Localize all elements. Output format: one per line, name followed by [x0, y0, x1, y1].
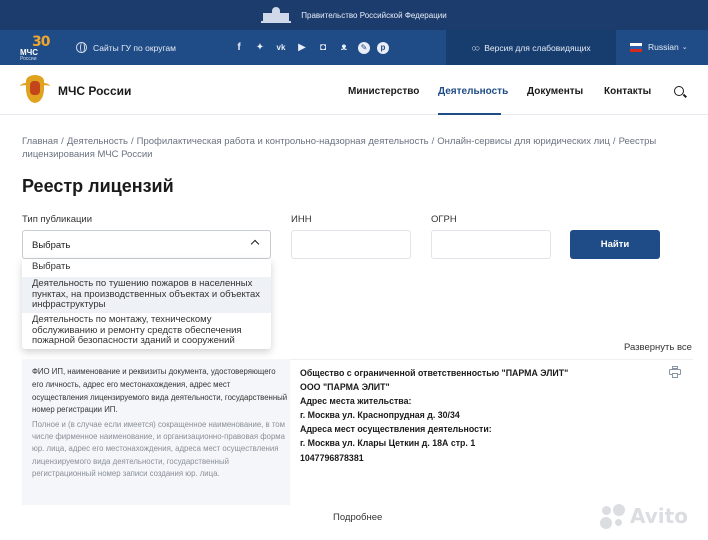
breadcrumb-online-services[interactable]: Онлайн-сервисы для юридических лиц	[437, 136, 610, 147]
youtube-icon[interactable]: ▶	[295, 41, 309, 55]
glasses-icon: ○○	[471, 42, 480, 53]
nav-item-documents[interactable]: Документы	[527, 86, 583, 97]
breadcrumb-home[interactable]: Главная	[22, 136, 58, 147]
publication-type-dropdown: Выбрать Деятельность по тушению пожаров …	[22, 259, 271, 349]
publication-type-select[interactable]: Выбрать	[22, 230, 271, 259]
nav-item-activity[interactable]: Деятельность	[438, 86, 508, 97]
logo-sub: России	[20, 56, 37, 62]
record-details: Общество с ограниченной ответственностью…	[290, 359, 693, 505]
expand-all-link[interactable]: Развернуть все	[624, 342, 692, 353]
more-details-link[interactable]: Подробнее	[333, 512, 382, 523]
social-links: f ✦ vk ▶ ◘ ᴥ ✎ p	[232, 41, 396, 55]
gov-strip-text[interactable]: Правительство Российской Федерации	[301, 11, 446, 20]
odnoklassniki-icon[interactable]: ᴥ	[337, 41, 351, 55]
record-ogrn: 1047796878381	[300, 453, 364, 463]
field-description-legal-entity: Полное и (в случае если имеется) сокраще…	[32, 420, 286, 478]
brand-title[interactable]: МЧС России	[58, 84, 131, 98]
record-short-name: ООО "ПАРМА ЭЛИТ"	[300, 382, 390, 392]
government-building-icon	[261, 7, 292, 23]
record-residence-heading: Адрес места жительства:	[300, 396, 412, 406]
dropdown-option[interactable]: Выбрать	[22, 261, 271, 273]
accessibility-label: Версия для слабовидящих	[484, 42, 591, 53]
inn-input[interactable]	[291, 230, 411, 259]
anniversary-logo[interactable]: 30 МЧС России	[20, 34, 64, 62]
avito-logo-icon	[600, 503, 626, 529]
publication-type-value: Выбрать	[32, 240, 71, 251]
nav-item-ministry[interactable]: Министерство	[348, 86, 419, 97]
globe-icon	[76, 42, 87, 53]
instagram-icon[interactable]: ◘	[316, 41, 330, 55]
record-activity-heading: Адреса мест осуществления деятельности:	[300, 424, 492, 434]
record-full-name: Общество с ограниченной ответственностью…	[300, 368, 569, 378]
language-switcher[interactable]: Russian ⌄	[630, 42, 688, 52]
active-nav-indicator	[438, 113, 501, 115]
inn-label: ИНН	[291, 214, 312, 225]
page-title: Реестр лицензий	[22, 176, 174, 196]
watermark-text: Avito	[630, 504, 688, 528]
dropdown-option[interactable]: Деятельность по монтажу, техническому об…	[22, 314, 271, 347]
search-icon[interactable]	[674, 86, 684, 96]
gov-strip: Правительство Российской Федерации	[0, 0, 708, 30]
livejournal-icon[interactable]: ✎	[358, 42, 370, 54]
regional-sites-label: Сайты ГУ по округам	[93, 42, 176, 53]
record-residence-address: г. Москва ул. Краснопрудная д. 30/34	[300, 410, 460, 420]
breadcrumb-activity[interactable]: Деятельность	[67, 136, 128, 147]
ogrn-input[interactable]	[431, 230, 551, 259]
printer-icon[interactable]	[669, 366, 681, 378]
mchs-emblem-icon[interactable]	[20, 72, 50, 108]
main-nav: МЧС России Министерство Деятельность Док…	[0, 65, 708, 115]
vk-icon[interactable]: vk	[274, 41, 288, 55]
russian-flag-icon	[630, 42, 642, 52]
record-activity-address: г. Москва ул. Клары Цеткин д. 18А стр. 1	[300, 438, 476, 448]
ogrn-label: ОГРН	[431, 214, 457, 225]
search-button[interactable]: Найти	[570, 230, 660, 259]
nav-item-contacts[interactable]: Контакты	[604, 86, 651, 97]
chevron-down-icon: ⌄	[681, 44, 688, 51]
field-description-ip: ФИО ИП, наименование и реквизиты докумен…	[32, 367, 288, 415]
publication-type-label: Тип публикации	[22, 214, 93, 225]
twitter-icon[interactable]: ✦	[253, 41, 267, 55]
regional-sites-link[interactable]: Сайты ГУ по округам	[76, 42, 176, 53]
breadcrumb: Главная / Деятельность / Профилактическая ра…	[22, 136, 657, 160]
language-label: Russian	[648, 42, 679, 52]
chevron-up-icon	[250, 239, 260, 249]
pinterest-icon[interactable]: p	[377, 42, 389, 54]
accessibility-version-button[interactable]: ○○ Версия для слабовидящих	[446, 30, 616, 65]
dropdown-option[interactable]: Деятельность по тушению пожаров в населе…	[22, 277, 271, 313]
record-field-descriptions: ФИО ИП, наименование и реквизиты докумен…	[22, 359, 290, 505]
facebook-icon[interactable]: f	[232, 41, 246, 55]
avito-watermark: Avito	[600, 500, 700, 530]
breadcrumb-prevention[interactable]: Профилактическая работа и контрольно-над…	[137, 136, 429, 147]
